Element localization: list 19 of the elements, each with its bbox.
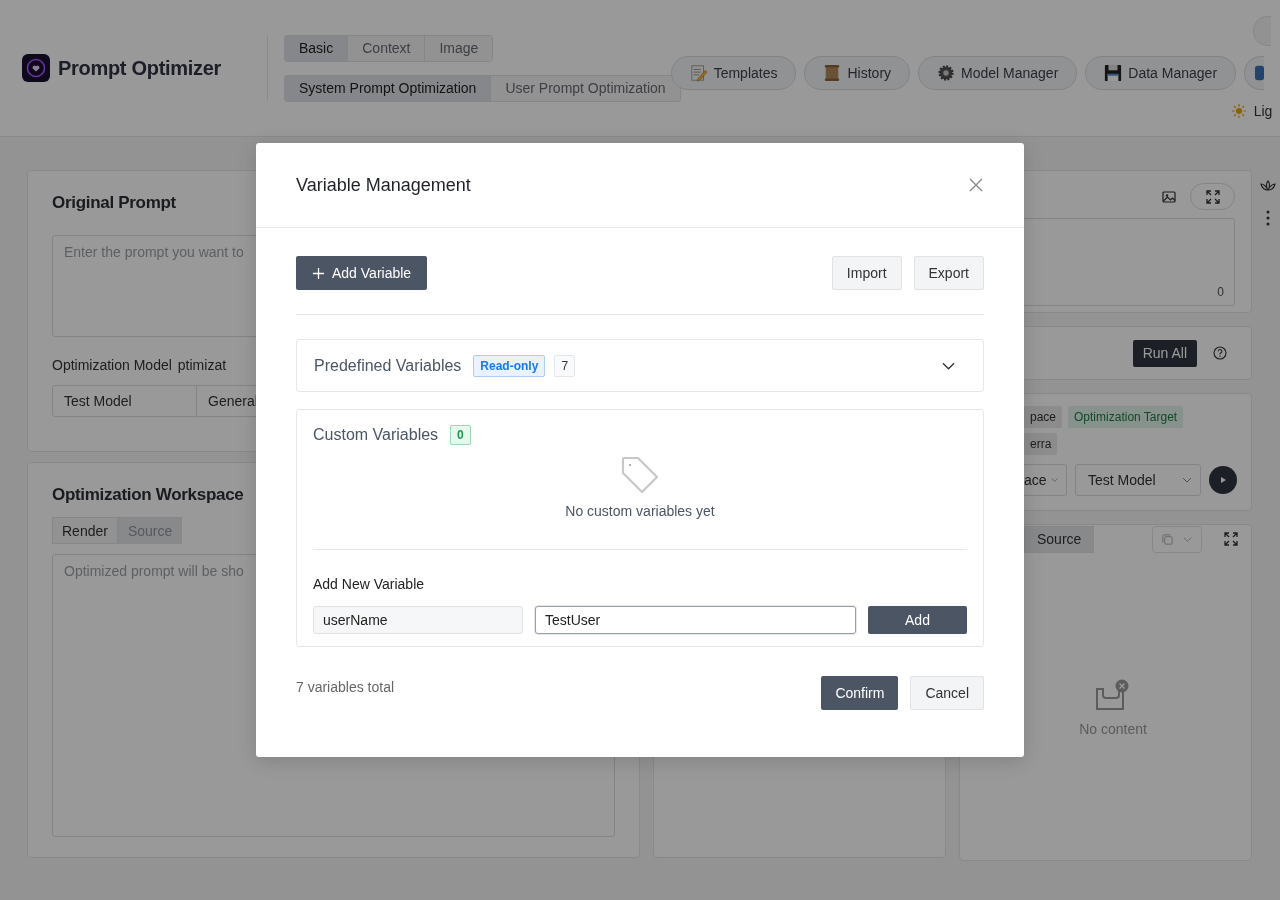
- tag: erra: [1024, 433, 1058, 455]
- count-badge: 7: [554, 354, 576, 377]
- panel-title: Custom Variables: [313, 426, 439, 444]
- field-label: Optimization Model: [52, 357, 172, 373]
- count-badge: 0: [450, 425, 471, 445]
- section-title: Optimization Workspace: [52, 485, 245, 505]
- empty-message: No content: [1079, 721, 1147, 737]
- panel-title: Predefined Variables: [314, 356, 462, 375]
- tag: pace: [1024, 406, 1063, 428]
- section-title: Original Prompt: [52, 193, 177, 213]
- field-label: ptimizat: [177, 357, 227, 373]
- variables-total: 7 variables total: [296, 679, 395, 695]
- character-count: 0: [1217, 285, 1224, 299]
- app-title: Prompt Optimizer: [58, 56, 221, 80]
- form-title: Add New Variable: [313, 576, 426, 592]
- empty-message: No custom variables yet: [565, 503, 715, 519]
- read-only-badge: Read-only: [473, 354, 546, 377]
- tag: Optimization Target: [1068, 406, 1184, 428]
- dialog-title: Variable Management: [296, 174, 472, 196]
